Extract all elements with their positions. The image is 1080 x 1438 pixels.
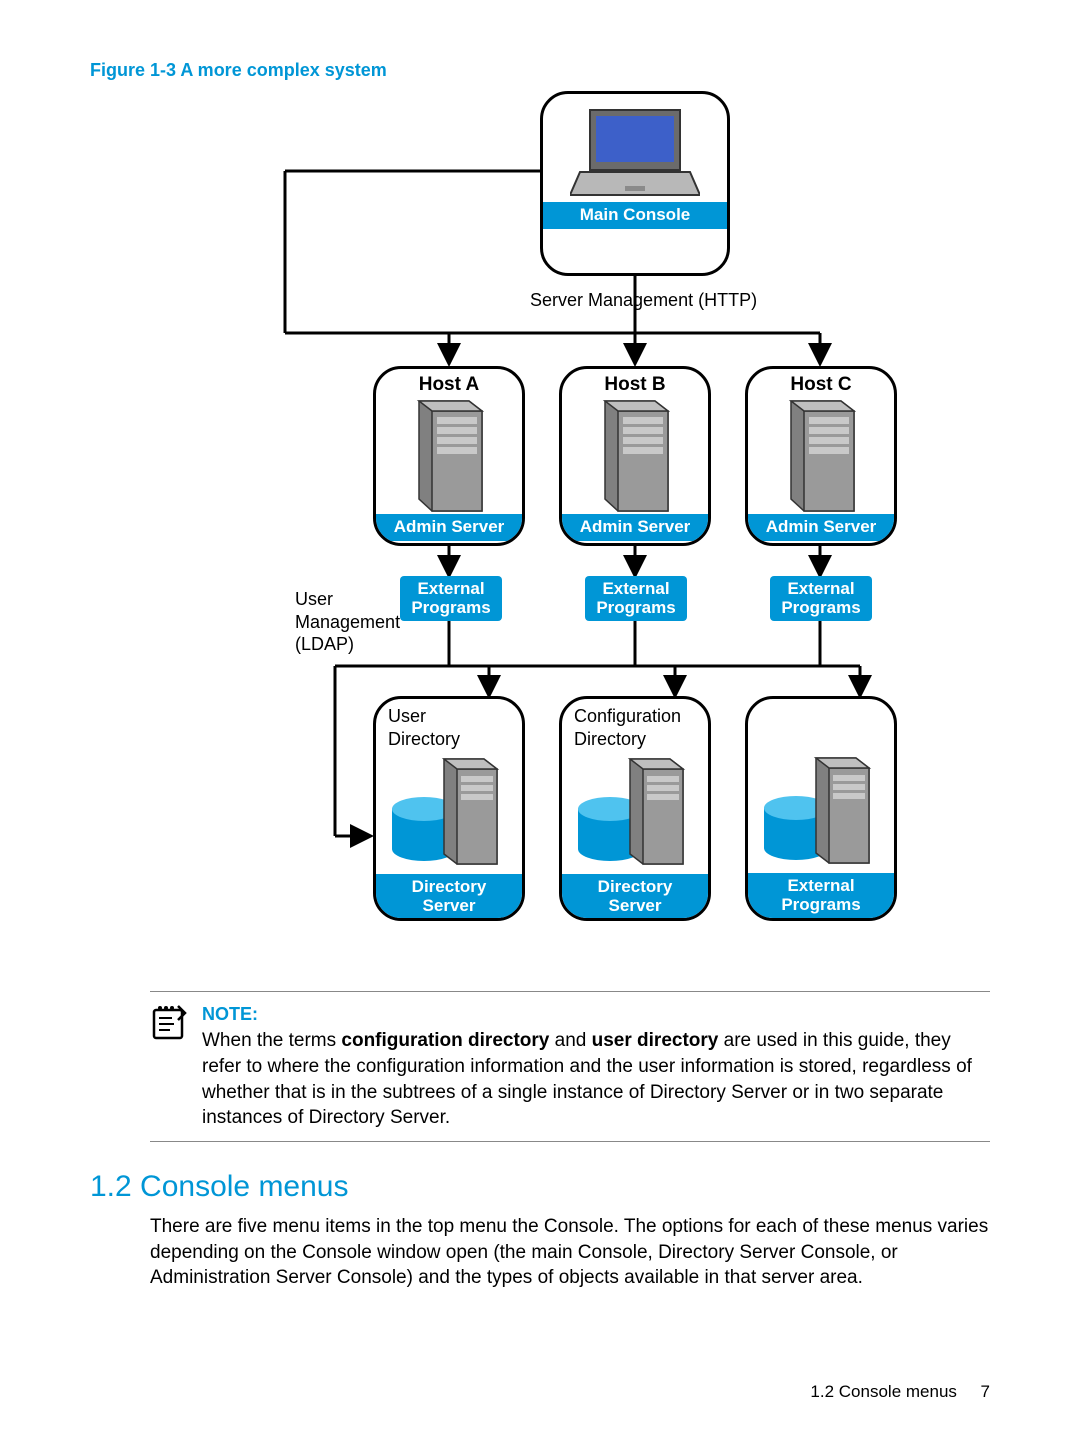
host-c-admin-label: Admin Server	[748, 514, 894, 541]
note-block: NOTE: When the terms configuration direc…	[150, 991, 990, 1142]
note-body: NOTE: When the terms configuration direc…	[202, 1002, 990, 1131]
section-heading: 1.2 Console menus	[90, 1170, 990, 1204]
ext-programs-node: External Programs	[745, 696, 897, 921]
server-mgmt-label: Server Management (HTTP)	[530, 289, 757, 312]
ext-programs-c: External Programs	[770, 576, 872, 621]
host-a-node: Host A Admin Server	[373, 366, 525, 546]
host-a-admin-label: Admin Server	[376, 514, 522, 541]
note-text-part0: When the terms	[202, 1030, 341, 1051]
host-a-title: Host A	[376, 369, 522, 399]
main-console-label: Main Console	[543, 202, 727, 229]
host-b-admin-label: Admin Server	[562, 514, 708, 541]
server-icon	[600, 399, 670, 514]
server-icon	[414, 399, 484, 514]
note-text-part3: user directory	[592, 1030, 719, 1051]
main-console-node: Main Console	[540, 91, 730, 276]
ext-programs-label-bottom: External Programs	[748, 873, 894, 918]
host-b-title: Host B	[562, 369, 708, 399]
config-directory-node: Configuration Directory Directory Server	[559, 696, 711, 921]
config-dir-label: Configuration Directory	[562, 699, 708, 750]
note-icon	[150, 1004, 188, 1042]
host-c-node: Host C Admin Server	[745, 366, 897, 546]
ext-programs-a: External Programs	[400, 576, 502, 621]
note-text-part1: configuration directory	[341, 1030, 549, 1051]
user-directory-node: User Directory Directory Server	[373, 696, 525, 921]
note-title: NOTE:	[202, 1002, 990, 1026]
note-text-part2: and	[549, 1030, 591, 1051]
server-icon	[786, 399, 856, 514]
note-text: When the terms configuration directory a…	[202, 1028, 990, 1131]
dir-server-label-2: Directory Server	[562, 874, 708, 919]
footer-page: 7	[981, 1382, 990, 1401]
user-mgmt-label: User Management (LDAP)	[295, 588, 400, 656]
host-c-title: Host C	[748, 369, 894, 399]
dir-server-label: Directory Server	[376, 874, 522, 919]
diagram: Main Console Server Management (HTTP) Ho…	[240, 91, 940, 961]
dbserver-icon	[761, 753, 881, 873]
footer-text: 1.2 Console menus	[810, 1382, 956, 1401]
dbserver-icon	[575, 754, 695, 874]
figure-caption: Figure 1-3 A more complex system	[90, 60, 990, 81]
section-body: There are five menu items in the top men…	[150, 1214, 990, 1291]
page-footer: 1.2 Console menus 7	[810, 1382, 990, 1402]
dbserver-icon	[389, 754, 509, 874]
laptop-icon	[570, 100, 700, 200]
host-b-node: Host B Admin Server	[559, 366, 711, 546]
user-dir-label: User Directory	[376, 699, 522, 750]
ext-programs-b: External Programs	[585, 576, 687, 621]
